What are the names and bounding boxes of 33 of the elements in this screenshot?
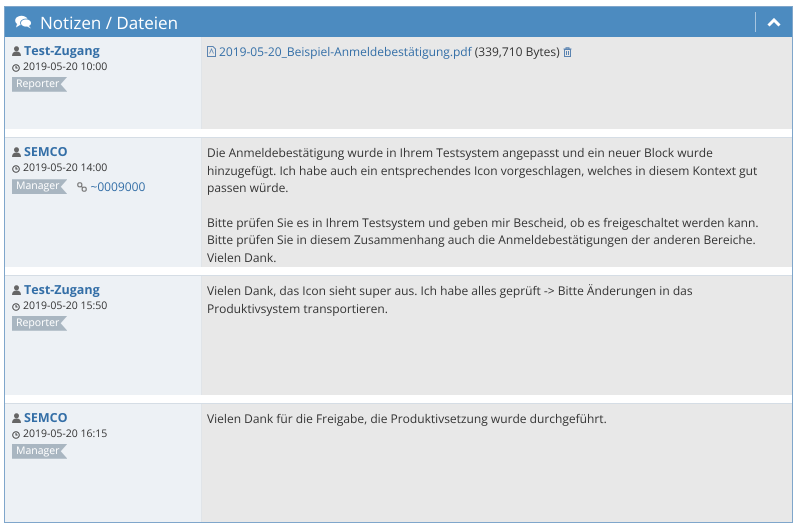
author-link[interactable]: Test-Zugang bbox=[24, 43, 100, 59]
note-time: 2019-05-20 16:15 bbox=[23, 427, 108, 443]
user-icon bbox=[12, 285, 21, 295]
note-text: Vielen Dank für die Freigabe, die Produktivsetzung wurde durchgeführt. bbox=[207, 410, 608, 428]
clock-icon bbox=[12, 430, 20, 439]
comments-icon bbox=[15, 15, 32, 29]
user-icon bbox=[12, 413, 21, 423]
link-icon bbox=[77, 182, 88, 192]
panel-title: Notizen / Dateien bbox=[40, 14, 178, 30]
file-link[interactable]: 2019-05-20_Beispiel-Anmeldebestätigung.pdf bbox=[219, 43, 472, 60]
file-size: (339,710 Bytes) bbox=[474, 43, 560, 60]
author-link[interactable]: SEMCO bbox=[24, 410, 68, 426]
note-text: Vielen Dank, das Icon sieht super aus. Ich habe alles geprüft -> Bitte Änderungen in das Produktivsystem transportieren. bbox=[207, 282, 694, 317]
chevron-up-icon bbox=[767, 18, 781, 26]
clock-icon bbox=[12, 64, 20, 72]
author-link[interactable]: Test-Zugang bbox=[24, 282, 100, 298]
note-time: 2019-05-20 10:00 bbox=[23, 60, 108, 76]
clock-icon bbox=[12, 164, 20, 173]
trash-icon[interactable] bbox=[562, 46, 572, 57]
note-text: Die Anmeldebestätigung wurde in Ihrem Testsystem angepasst und ein neuer Block wurde hinzugefügt. Ich habe auch ein entsprechendes Icon vorgeschlagen, welches in diesem Kontext gut passen würde. bbox=[207, 144, 758, 196]
role-tag: Reporter bbox=[12, 76, 68, 92]
user-icon bbox=[12, 147, 21, 157]
role-tag: Reporter bbox=[12, 316, 68, 331]
role-tag: Manager bbox=[12, 179, 68, 194]
issue-link[interactable]: ~0009000 bbox=[90, 178, 146, 196]
clock-icon bbox=[12, 302, 20, 311]
user-icon bbox=[12, 46, 21, 56]
author-link[interactable]: SEMCO bbox=[24, 144, 68, 160]
pdf-file-icon bbox=[207, 46, 216, 58]
note-time: 2019-05-20 15:50 bbox=[23, 299, 108, 315]
note-text: Bitte prüfen Sie es in Ihrem Testsystem und geben mir Bescheid, ob es freigeschaltet werden kann. Bitte prüfen Sie in diesem Zusammenhang auch die Anmeldebestätigungen der anderen Bereiche. Vielen Dank. bbox=[207, 214, 760, 266]
note-time: 2019-05-20 14:00 bbox=[23, 161, 108, 177]
role-tag: Manager bbox=[12, 444, 68, 459]
